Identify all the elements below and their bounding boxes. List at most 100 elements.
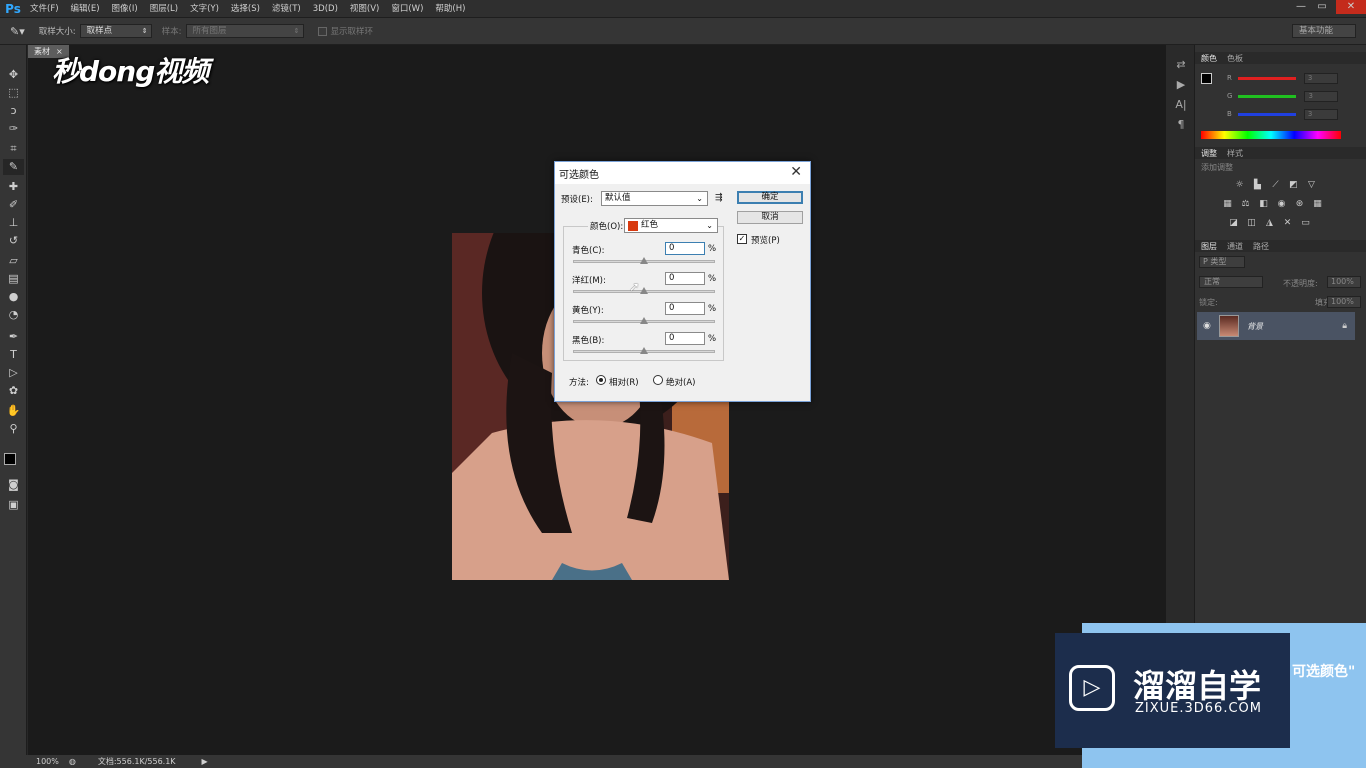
- color-balance-icon[interactable]: ⚖: [1239, 199, 1252, 210]
- fg-color-chip[interactable]: [1201, 73, 1212, 84]
- dodge-tool-icon[interactable]: ◔: [3, 307, 24, 323]
- tab-styles[interactable]: 样式: [1227, 148, 1243, 159]
- sample-size-select[interactable]: 取样点 ⇕: [79, 24, 152, 38]
- vibrance-icon[interactable]: ▽: [1305, 180, 1318, 191]
- tab-adjustments[interactable]: 调整: [1201, 148, 1217, 159]
- close-icon[interactable]: ✕: [790, 164, 802, 180]
- tab-channels[interactable]: 通道: [1227, 241, 1243, 252]
- crop-tool-icon[interactable]: ⌗: [3, 141, 24, 157]
- r-slider[interactable]: [1237, 76, 1296, 80]
- character-icon[interactable]: A|: [1170, 98, 1192, 118]
- layer-name[interactable]: 背景: [1247, 321, 1263, 332]
- r-value-field[interactable]: 3: [1303, 72, 1338, 84]
- zoom-tool-icon[interactable]: ⚲: [3, 421, 24, 437]
- exposure-icon[interactable]: ◩: [1287, 180, 1300, 191]
- preview-checkbox[interactable]: ✓: [737, 234, 747, 244]
- blend-mode-select[interactable]: 正常: [1199, 276, 1263, 288]
- path-select-icon[interactable]: ▷: [3, 365, 24, 381]
- blur-tool-icon[interactable]: ●: [3, 289, 24, 305]
- menu-window[interactable]: 窗口(W): [385, 0, 429, 18]
- fill-field[interactable]: 100%: [1327, 296, 1361, 308]
- magenta-field[interactable]: 0: [665, 272, 705, 285]
- threshold-icon[interactable]: ◮: [1263, 218, 1276, 229]
- status-menu-arrow-icon[interactable]: ▶: [202, 757, 208, 766]
- type-tool-icon[interactable]: T: [3, 347, 24, 363]
- menu-select[interactable]: 选择(S): [225, 0, 266, 18]
- channel-mixer-icon[interactable]: ⊛: [1293, 199, 1306, 210]
- zoom-level[interactable]: 100%: [36, 757, 59, 766]
- eyedropper-tool-icon[interactable]: ✎: [3, 159, 24, 175]
- eye-icon[interactable]: ◉: [1203, 321, 1211, 331]
- cyan-slider-thumb[interactable]: [640, 257, 648, 264]
- curves-icon[interactable]: ⟋: [1269, 180, 1282, 191]
- g-value-field[interactable]: 3: [1304, 90, 1339, 102]
- color-spectrum-bar[interactable]: [1201, 131, 1341, 139]
- stamp-tool-icon[interactable]: ⊥: [3, 215, 24, 231]
- hand-tool-icon[interactable]: ✋: [3, 403, 24, 419]
- restore-button[interactable]: ▭: [1313, 0, 1331, 14]
- lasso-tool-icon[interactable]: ↄ: [3, 103, 24, 119]
- menu-filter[interactable]: 滤镜(T): [266, 0, 307, 18]
- workspace-select[interactable]: 基本功能: [1292, 24, 1356, 38]
- ok-button[interactable]: 确定: [737, 191, 803, 204]
- menu-file[interactable]: 文件(F): [24, 0, 65, 18]
- pen-tool-icon[interactable]: ✒: [3, 329, 24, 345]
- absolute-radio[interactable]: [653, 375, 663, 385]
- black-white-icon[interactable]: ◧: [1257, 199, 1270, 210]
- menu-help[interactable]: 帮助(H): [429, 0, 471, 18]
- cyan-field[interactable]: 0: [665, 242, 705, 255]
- eraser-tool-icon[interactable]: ▱: [3, 253, 24, 269]
- magenta-slider-thumb[interactable]: [640, 287, 648, 294]
- brush-tool-icon[interactable]: ✐: [3, 197, 24, 213]
- g-slider[interactable]: [1238, 94, 1297, 98]
- b-slider[interactable]: [1237, 112, 1296, 116]
- colors-select[interactable]: 红色 ⌄: [624, 218, 718, 233]
- brightness-icon[interactable]: ☼: [1233, 180, 1246, 191]
- b-value-field[interactable]: 3: [1303, 108, 1338, 120]
- cancel-button[interactable]: 取消: [737, 211, 803, 224]
- yellow-slider-thumb[interactable]: [640, 317, 648, 324]
- paragraph-icon[interactable]: ¶: [1170, 118, 1192, 138]
- menu-view[interactable]: 视图(V): [344, 0, 385, 18]
- menu-edit[interactable]: 编辑(E): [65, 0, 106, 18]
- preset-select[interactable]: 默认值 ⌄: [601, 191, 708, 206]
- sample-select[interactable]: 所有图层 ⇕: [185, 24, 304, 38]
- opacity-field[interactable]: 100%: [1327, 276, 1361, 288]
- levels-icon[interactable]: ▙: [1251, 180, 1264, 191]
- menu-3d[interactable]: 3D(D): [307, 0, 344, 18]
- color-lookup-icon[interactable]: ▦: [1311, 199, 1324, 210]
- marquee-tool-icon[interactable]: ⬚: [3, 85, 24, 101]
- menu-type[interactable]: 文字(Y): [184, 0, 225, 18]
- posterize-icon[interactable]: ◫: [1245, 218, 1258, 229]
- tab-layers[interactable]: 图层: [1201, 241, 1217, 252]
- gradient-map-icon[interactable]: ▭: [1299, 218, 1312, 229]
- close-window-button[interactable]: ✕: [1336, 0, 1366, 14]
- photo-filter-icon[interactable]: ◉: [1275, 199, 1288, 210]
- show-ring-checkbox[interactable]: [317, 26, 327, 36]
- invert-icon[interactable]: ◪: [1227, 218, 1240, 229]
- black-slider-thumb[interactable]: [640, 347, 648, 354]
- quick-select-tool-icon[interactable]: ✑: [3, 121, 24, 137]
- tab-swatches[interactable]: 色板: [1227, 53, 1243, 64]
- layer-filter-select[interactable]: P 类型: [1199, 256, 1245, 268]
- foreground-color-swatch[interactable]: [4, 453, 16, 465]
- tab-paths[interactable]: 路径: [1253, 241, 1269, 252]
- move-tool-icon[interactable]: ✥: [3, 67, 24, 83]
- preset-options-icon[interactable]: ⇶: [715, 193, 723, 203]
- minimize-button[interactable]: —: [1292, 0, 1310, 14]
- yellow-field[interactable]: 0: [665, 302, 705, 315]
- relative-radio[interactable]: [596, 375, 606, 385]
- quick-mask-icon[interactable]: ◙: [3, 477, 24, 493]
- history-brush-icon[interactable]: ↺: [3, 233, 24, 249]
- shape-tool-icon[interactable]: ✿: [3, 383, 24, 399]
- hue-saturation-icon[interactable]: ▦: [1221, 199, 1234, 210]
- tab-color[interactable]: 颜色: [1201, 53, 1217, 64]
- layer-row-background[interactable]: ◉ 背景 🔒︎: [1197, 312, 1355, 340]
- history-icon[interactable]: ⇄: [1170, 58, 1192, 78]
- menu-image[interactable]: 图像(I): [106, 0, 144, 18]
- screen-mode-icon[interactable]: ▣: [3, 497, 24, 513]
- gradient-tool-icon[interactable]: ▤: [3, 271, 24, 287]
- selective-color-icon[interactable]: ✕: [1281, 218, 1294, 229]
- actions-play-icon[interactable]: ▶: [1170, 78, 1192, 98]
- healing-tool-icon[interactable]: ✚: [3, 179, 24, 195]
